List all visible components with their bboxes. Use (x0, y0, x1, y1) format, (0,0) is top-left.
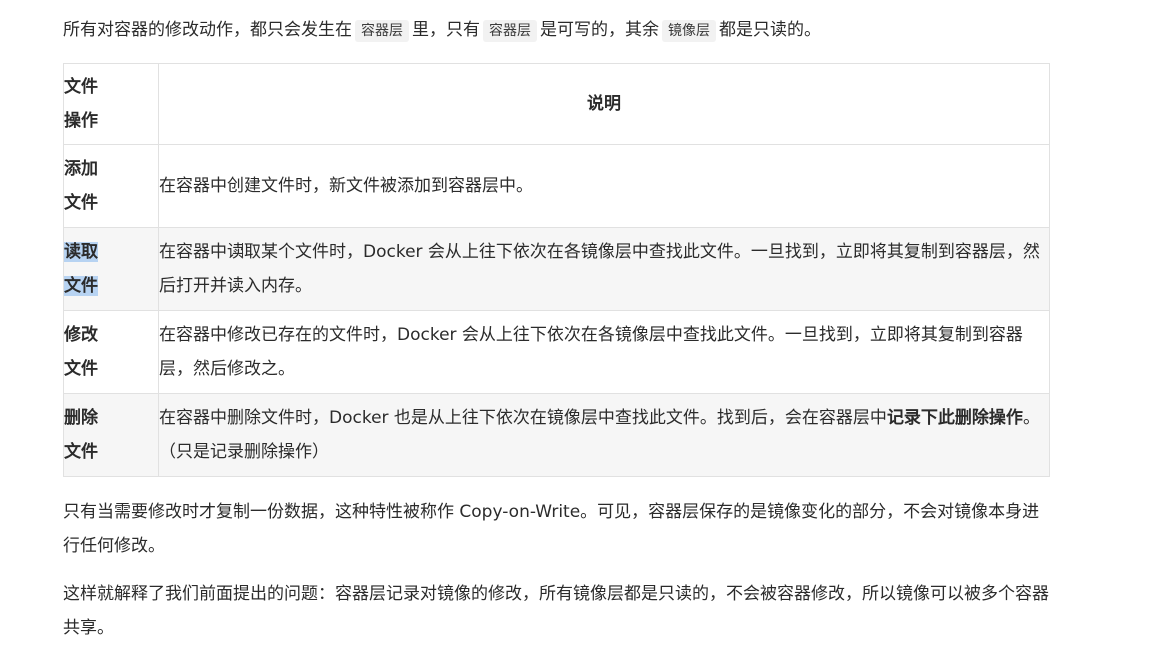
inline-code-container-layer: 容器层 (355, 20, 409, 42)
explanation-paragraph: 这样就解释了我们前面提出的问题：容器层记录对镜像的修改，所有镜像层都是只读的，不… (63, 584, 1049, 638)
op-line-1: 添加 (64, 159, 98, 179)
header-file-operation: 文件 操作 (63, 63, 159, 145)
desc-read-part-2: 取某个文件时，Docker 会从上往下依次在各镜像层中查找此文件。一旦找到，立即… (159, 242, 1040, 296)
inline-code-container-layer-2: 容器层 (483, 20, 537, 42)
table-row: 读取文件 在容器中读取某个文件时，Docker 会从上往下依次在各镜像层中查找此… (63, 227, 1050, 311)
intro-text-2: 里，只有 (412, 20, 480, 40)
table-row: 删除 文件 在容器中删除文件时，Docker 也是从上往下依次在镜像层中查找此文… (63, 393, 1050, 477)
desc-delete-bold: 记录下此删除操作 (886, 408, 1023, 428)
op-line-2: 文件 (64, 359, 98, 379)
header-description: 说明 (158, 63, 1050, 145)
desc-delete-part-1: 在容器中删除文件时，Docker 也是从上往下依次在镜像层中查找此文件。找到后，… (159, 408, 887, 428)
intro-paragraph: 所有对容器的修改动作，都只会发生在 容器层 里，只有 容器层 是可写的，其余 镜像层 都是只… (63, 13, 1053, 48)
op-cell-add: 添加 文件 (63, 144, 159, 228)
op-cell-modify: 修改 文件 (63, 310, 159, 394)
header-op-line-1: 文件 (64, 77, 98, 97)
selected-text[interactable]: 读取 文件 (64, 242, 98, 296)
op-line-1: 修改 (64, 325, 98, 345)
table-header-row: 文件 操作 说明 (63, 63, 1050, 145)
table-row: 添加 文件 在容器中创建文件时，新文件被添加到容器层中。 (63, 144, 1050, 228)
desc-cell-add: 在容器中创建文件时，新文件被添加到容器层中。 (158, 144, 1050, 228)
intro-text-1: 所有对容器的修改动作，都只会发生在 (63, 20, 352, 40)
desc-cell-modify: 在容器中修改已存在的文件时，Docker 会从上往下依次在各镜像层中查找此文件。… (158, 310, 1050, 394)
copy-on-write-paragraph: 只有当需要修改时才复制一份数据，这种特性被称作 Copy-on-Write。可见… (63, 502, 1040, 556)
intro-text-4: 都是只读的。 (719, 20, 821, 40)
op-line-2: 文件 (64, 442, 98, 462)
table-row: 修改 文件 在容器中修改已存在的文件时，Docker 会从上往下依次在各镜像层中… (63, 310, 1050, 394)
op-cell-read[interactable]: 读取 文件 (63, 227, 159, 311)
op-cell-delete: 删除 文件 (63, 393, 159, 477)
header-op-line-2: 操作 (64, 111, 98, 131)
intro-text-3: 是可写的，其余 (540, 20, 659, 40)
inline-code-image-layer: 镜像层 (662, 20, 716, 42)
desc-cell-delete: 在容器中删除文件时，Docker 也是从上往下依次在镜像层中查找此文件。找到后，… (158, 393, 1050, 477)
file-operations-table: 文件 操作 说明 添加 文件 在容器中创建文件时，新文件被添加到容器层中。 读取… (63, 63, 1050, 477)
desc-read-part-1: 在容器中读 (159, 242, 244, 262)
desc-cell-read: 在容器中读取某个文件时，Docker 会从上往下依次在各镜像层中查找此文件。一旦… (158, 227, 1050, 311)
op-line-1: 读取 (64, 242, 98, 262)
op-line-1: 删除 (64, 408, 98, 428)
op-line-2: 文件 (64, 193, 98, 213)
op-line-2: 文件 (64, 276, 98, 296)
